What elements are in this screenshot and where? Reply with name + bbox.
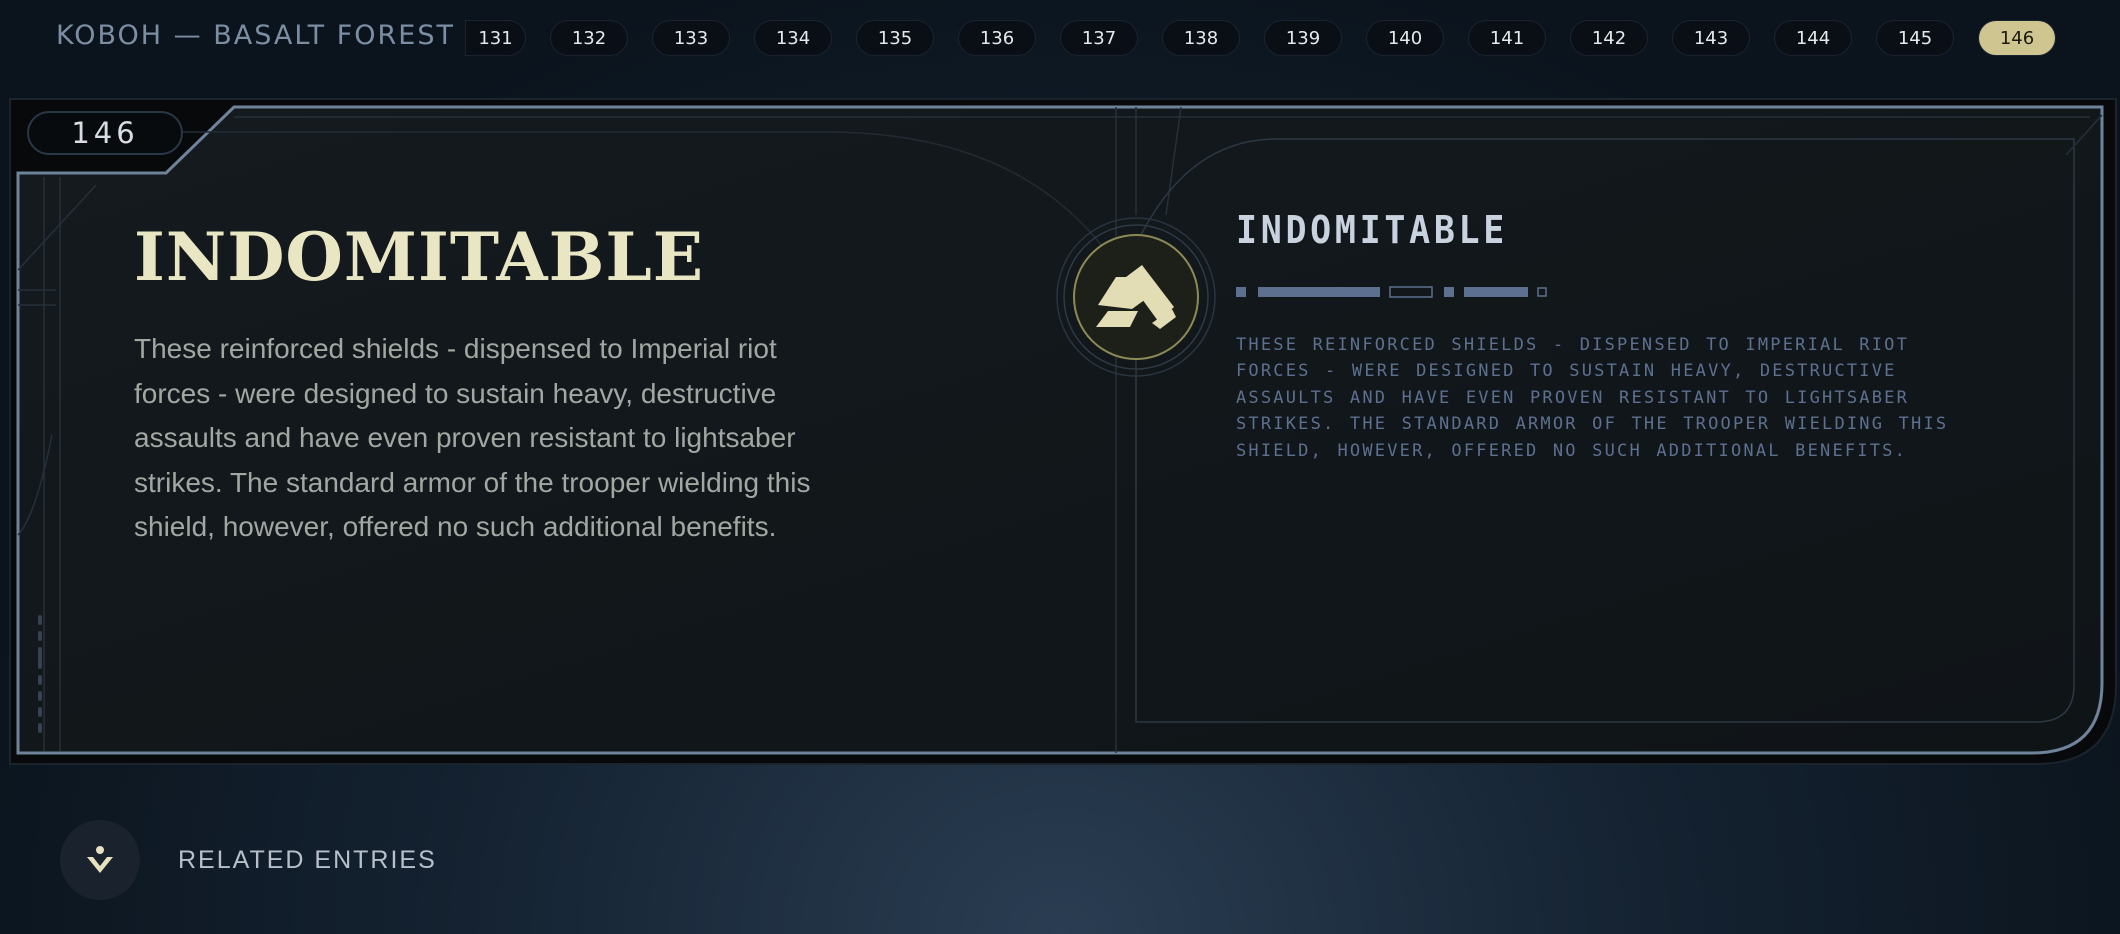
related-entries[interactable]: RELATED ENTRIES <box>60 820 437 900</box>
entry-tab-144[interactable]: 144 <box>1775 21 1851 55</box>
entry-tab-139[interactable]: 139 <box>1265 21 1341 55</box>
top-bar: KOBOH — BASALT FOREST 131 132 133 134 13… <box>0 0 2120 78</box>
entry-number-tag: 146 <box>27 111 183 155</box>
entry-tab-133[interactable]: 133 <box>653 21 729 55</box>
entry-tab-141[interactable]: 141 <box>1469 21 1545 55</box>
divider-decoration <box>1236 286 1547 298</box>
entry-tab-140[interactable]: 140 <box>1367 21 1443 55</box>
entry-tab-145[interactable]: 145 <box>1877 21 1953 55</box>
entry-tab-132[interactable]: 132 <box>551 21 627 55</box>
entry-tab-136[interactable]: 136 <box>959 21 1035 55</box>
entry-tab-131[interactable]: 131 <box>466 21 525 55</box>
location-label: KOBOH — BASALT FOREST <box>56 20 455 51</box>
related-entries-label: RELATED ENTRIES <box>178 845 437 874</box>
entry-tab-135[interactable]: 135 <box>857 21 933 55</box>
riot-shield-icon <box>1056 217 1216 377</box>
entry-description: These reinforced shields - dispensed to … <box>134 333 811 542</box>
aurebesh-text: These reinforced shields - dispensed to … <box>1236 335 1949 461</box>
related-entries-button[interactable] <box>60 820 140 900</box>
related-entries-icon <box>87 846 113 873</box>
entry-title: INDOMITABLE <box>134 218 705 296</box>
entry-tab-142[interactable]: 142 <box>1571 21 1647 55</box>
entry-tab-137[interactable]: 137 <box>1061 21 1137 55</box>
entry-tab-138[interactable]: 138 <box>1163 21 1239 55</box>
aurebesh-title: INDOMITABLE <box>1236 208 1509 252</box>
entry-pagination: 131 132 133 134 135 136 137 138 139 140 … <box>466 21 2055 55</box>
entry-tab-134[interactable]: 134 <box>755 21 831 55</box>
entry-tab-143[interactable]: 143 <box>1673 21 1749 55</box>
entry-tab-146-active[interactable]: 146 <box>1979 21 2055 55</box>
